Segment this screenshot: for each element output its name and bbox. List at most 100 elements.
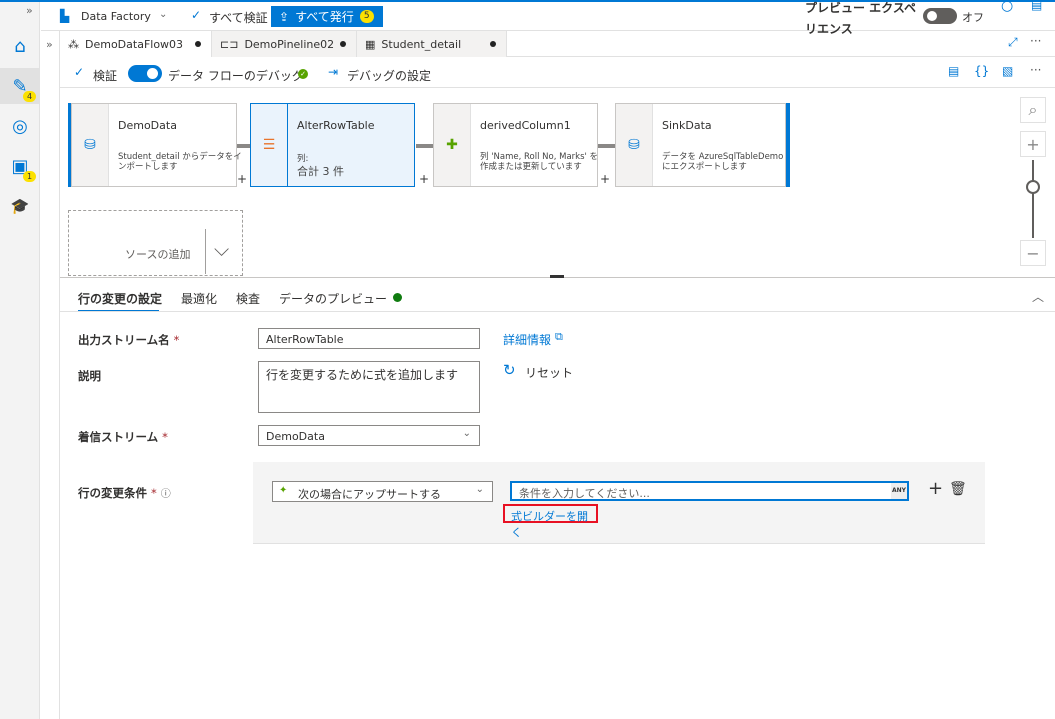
tab-label: DemoDataFlow03 xyxy=(85,37,184,51)
publish-all-label: すべて発行 xyxy=(295,10,354,24)
preview-toggle[interactable] xyxy=(923,8,957,24)
tab-inspect[interactable]: 検査 xyxy=(236,290,260,307)
tab-alter-row-settings[interactable]: 行の変更の設定 xyxy=(78,290,162,307)
node-desc: Student_detail からデータをインポートします xyxy=(118,152,242,172)
external-link-icon: ⧉ xyxy=(555,330,563,343)
maximize-icon[interactable]: ⤢ xyxy=(1008,35,1018,50)
debug-label: データ フローのデバッグ xyxy=(168,69,304,83)
any-type-badge: ANY xyxy=(891,483,907,499)
divider xyxy=(60,311,1055,312)
zoom-slider-track[interactable] xyxy=(1032,160,1034,238)
zoom-search-icon[interactable]: ⌕ xyxy=(1020,97,1046,123)
node-derivedcolumn1[interactable]: ✚ derivedColumn1 列 'Name, Roll No, Marks… xyxy=(433,103,598,187)
incoming-stream-select[interactable]: DemoData ⌄ xyxy=(258,425,480,446)
zoom-out-button[interactable]: − xyxy=(1020,240,1046,266)
alter-row-conditions-label: 行の変更条件 * ⓘ xyxy=(78,485,171,501)
dataflow-icon: ⁂ xyxy=(68,37,79,51)
label-text: 出力ストリーム名 xyxy=(78,333,170,347)
info-icon[interactable]: ⓘ xyxy=(161,489,171,500)
add-after-derived[interactable]: + xyxy=(600,172,610,186)
node-title: SinkData xyxy=(662,119,712,132)
learn-more-link[interactable]: 詳細情報 xyxy=(503,331,551,348)
pipeline-icon: ⊏⊐ xyxy=(220,37,239,51)
chevron-down-icon: ⌄ xyxy=(475,484,484,495)
chevron-down-icon[interactable]: ⌵ xyxy=(214,237,229,261)
collapse-panel-icon[interactable]: ︿ xyxy=(1032,288,1044,305)
open-expression-builder-link[interactable]: 式ビルダーを開く xyxy=(503,504,598,539)
required-marker: * xyxy=(162,430,168,444)
left-nav-rail: » ⌂ ✎ 4 ◎ ▣ 1 🎓 xyxy=(0,2,40,719)
home-icon[interactable]: ⌂ xyxy=(6,32,34,60)
script-icon[interactable]: ▤ xyxy=(948,64,959,78)
selected-value: 次の場合にアップサートする xyxy=(298,488,441,501)
divider xyxy=(205,229,206,274)
expand-rail-icon[interactable]: » xyxy=(26,4,33,17)
author-badge: 4 xyxy=(23,91,36,102)
condition-placeholder: 条件を入力してください... xyxy=(519,487,650,500)
factory-selector[interactable]: Data Factory xyxy=(81,10,151,23)
refresh-icon[interactable]: ○ xyxy=(1001,0,1013,14)
tab-label: Student_detail xyxy=(381,37,462,51)
debug-toggle[interactable] xyxy=(128,65,162,82)
tab-demopineline02[interactable]: ⊏⊐ DemoPineline02 xyxy=(212,31,357,57)
derived-column-icon: ✚ xyxy=(434,104,471,186)
zoom-slider-thumb[interactable] xyxy=(1026,180,1040,194)
required-marker: * xyxy=(173,333,180,347)
reset-button[interactable]: リセット xyxy=(525,364,573,381)
node-demodata[interactable]: ⛁ DemoData Student_detail からデータをインポートします xyxy=(71,103,242,187)
debug-settings-button[interactable]: デバッグの設定 xyxy=(347,67,431,84)
description-label: 説明 xyxy=(78,369,101,383)
top-bar: ▙ Data Factory ⌄ ✓ すべて検証 ⇪ すべて発行 5 プレビュー… xyxy=(41,0,1055,36)
node-desc: データを AzureSqlTableDemo にエクスポートします xyxy=(662,152,784,172)
incoming-stream-label: 着信ストリーム * xyxy=(78,429,168,445)
upload-icon: ⇪ xyxy=(279,9,290,24)
validate-button[interactable]: 検証 xyxy=(93,67,117,84)
expand-resources-icon[interactable]: » xyxy=(46,38,53,51)
zoom-in-button[interactable]: + xyxy=(1020,131,1046,157)
upsert-icon: ✦ xyxy=(279,485,288,496)
node-alterrowtable[interactable]: ☰ AlterRowTable 列: 合計 3 件 xyxy=(250,103,415,187)
validate-all-button[interactable]: すべて検証 xyxy=(209,9,268,26)
toolbar: ✓ 検証 データ フローのデバッグ ✓ ⇥ デバッグの設定 ▤ {} ▧ ··· xyxy=(60,58,1055,88)
validate-all-icon: ✓ xyxy=(191,8,202,22)
manage-toolbox-icon[interactable]: ▣ 1 xyxy=(6,152,36,182)
chevron-down-icon[interactable]: ⌄ xyxy=(159,9,167,20)
manage-badge: 1 xyxy=(23,171,36,182)
learning-hat-icon[interactable]: 🎓 xyxy=(6,192,34,220)
publish-all-button[interactable]: ⇪ すべて発行 5 xyxy=(271,6,383,27)
add-condition-icon[interactable]: + xyxy=(928,478,943,499)
splitter-handle[interactable] xyxy=(550,275,564,278)
node-title: AlterRowTable xyxy=(297,119,375,132)
delete-condition-icon[interactable]: 🗑 xyxy=(949,481,967,497)
node-sinkdata[interactable]: ⛁ SinkData データを AzureSqlTableDemo にエクスポー… xyxy=(615,103,786,187)
properties-icon[interactable]: ▧ xyxy=(1002,64,1013,78)
more-icon[interactable]: ··· xyxy=(1030,63,1041,77)
condition-type-select[interactable]: ✦ 次の場合にアップサートする ⌄ xyxy=(272,481,493,502)
tab-demodataflow03[interactable]: ⁂ DemoDataFlow03 xyxy=(60,31,212,57)
add-after-alterrow[interactable]: + xyxy=(419,172,429,186)
description-textarea[interactable]: 行を変更するために式を追加します xyxy=(258,361,480,413)
more-icon[interactable]: ··· xyxy=(1030,34,1041,48)
add-source-label: ソースの追加 xyxy=(125,248,191,261)
add-after-demodata[interactable]: + xyxy=(237,172,247,186)
monitor-icon[interactable]: ◎ xyxy=(6,112,34,140)
notes-icon[interactable]: ▤ xyxy=(1031,0,1042,12)
tab-data-preview[interactable]: データのプレビュー xyxy=(279,290,387,307)
factory-icon: ▙ xyxy=(60,9,70,23)
tab-bar: ⁂ DemoDataFlow03 ⊏⊐ DemoPineline02 ▦ Studen… xyxy=(60,31,1055,57)
unsaved-dot xyxy=(490,41,496,47)
tab-student-detail[interactable]: ▦ Student_detail xyxy=(357,31,507,57)
publish-count-badge: 5 xyxy=(359,10,374,23)
add-source-box[interactable]: ソースの追加 ⌵ xyxy=(68,210,243,276)
tab-optimize[interactable]: 最適化 xyxy=(181,290,217,307)
author-pencil-icon[interactable]: ✎ 4 xyxy=(0,68,40,104)
code-braces-icon[interactable]: {} xyxy=(974,64,989,78)
table-icon: ▦ xyxy=(365,37,376,51)
tab-label: DemoPineline02 xyxy=(244,37,335,51)
output-stream-input[interactable]: AlterRowTable xyxy=(258,328,480,349)
label-text: 着信ストリーム xyxy=(78,430,159,444)
condition-input[interactable]: 条件を入力してください... ANY xyxy=(510,481,909,501)
factory-resources-collapsed: » xyxy=(41,31,60,719)
output-stream-label: 出力ストリーム名 * xyxy=(78,332,179,348)
condition-area xyxy=(253,462,985,544)
